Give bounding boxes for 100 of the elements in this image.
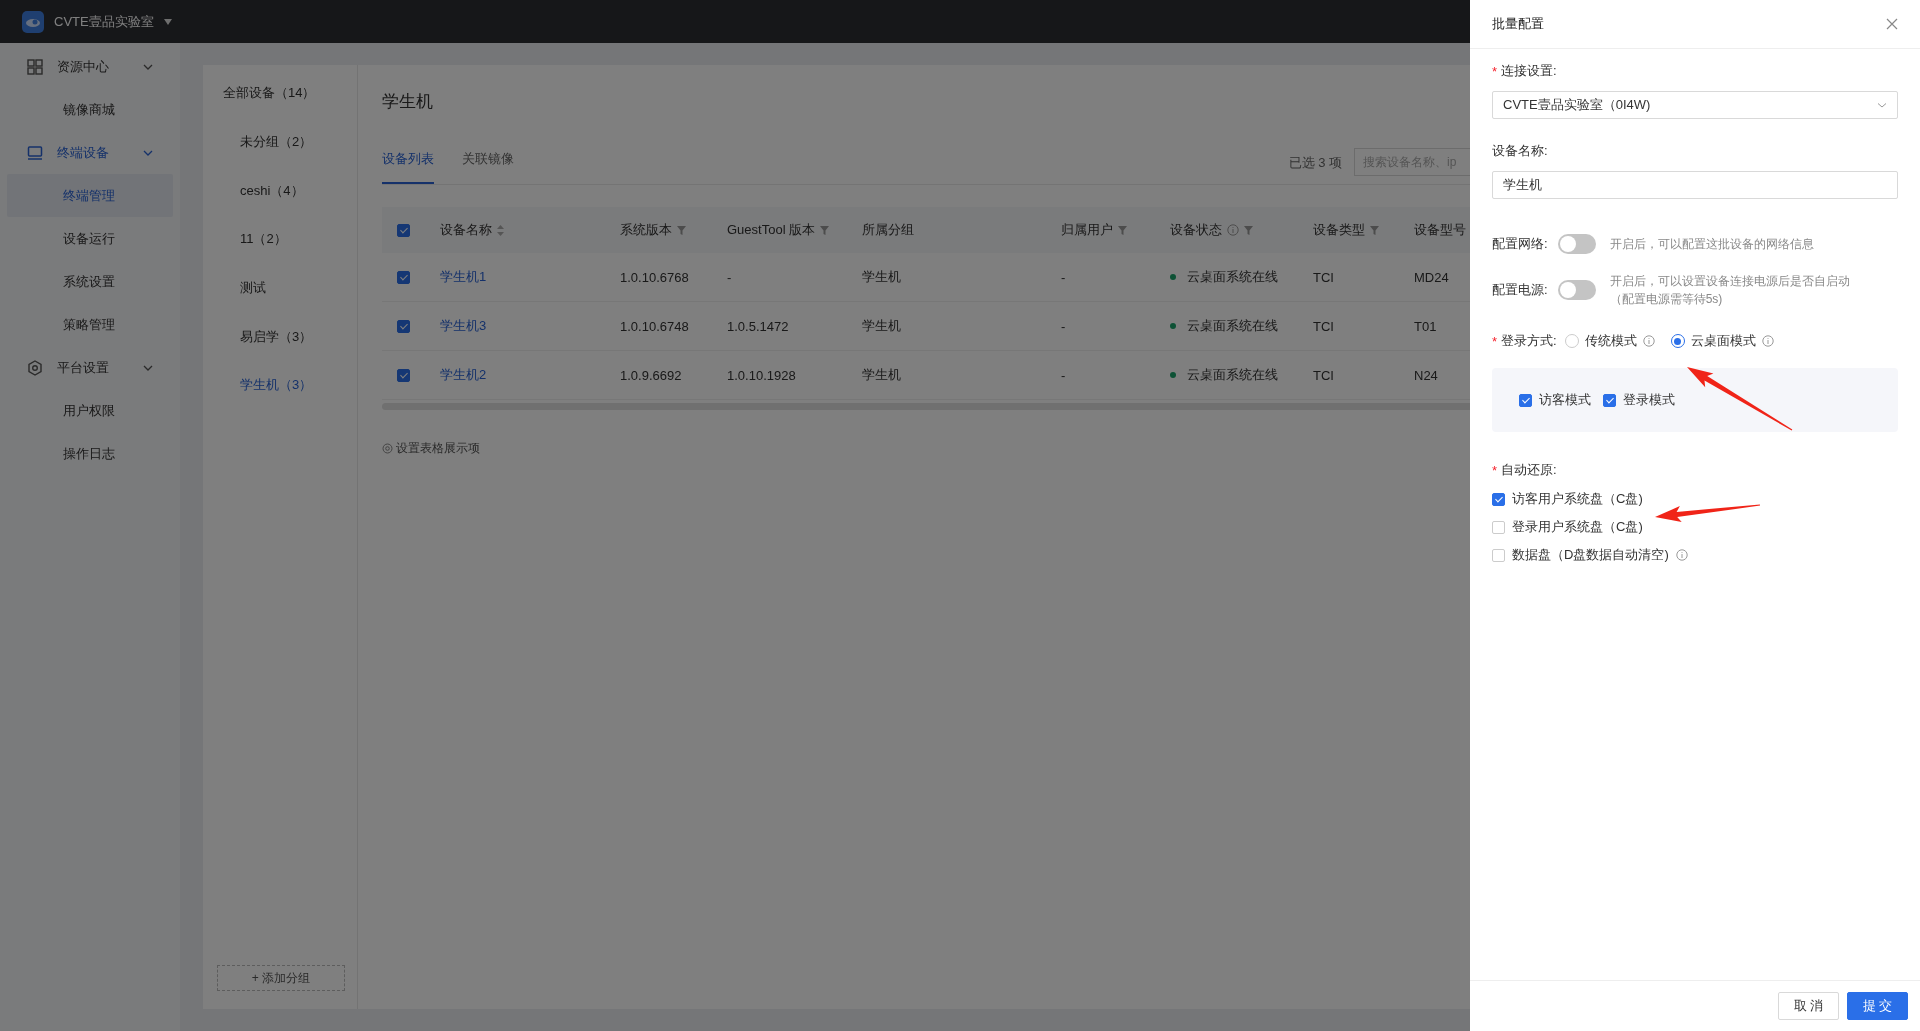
table-cell: 1.0.5.1472 (727, 318, 789, 334)
checkbox[interactable] (1492, 520, 1505, 534)
table-cell: 云桌面系统在线 (1187, 268, 1278, 286)
info-icon (1675, 549, 1688, 561)
workspace-title[interactable]: CVTE壹品实验室 (54, 12, 154, 31)
column-header[interactable]: 设备状态 (1170, 221, 1222, 239)
toggle-switch[interactable] (1557, 280, 1596, 300)
table-cell: 1.0.10.6748 (620, 318, 689, 334)
device-link[interactable]: 学生机3 (440, 317, 487, 335)
select-all-checkbox[interactable] (397, 223, 410, 237)
group-item[interactable]: 测试 (203, 263, 357, 313)
status-dot (1170, 372, 1176, 378)
checkbox[interactable] (1492, 548, 1505, 562)
sidebar-submenu-item[interactable]: 终端管理 (7, 174, 173, 217)
table-cell: 云桌面系统在线 (1187, 366, 1278, 384)
row-checkbox[interactable] (397, 270, 410, 284)
table-cell: 学生机 (862, 317, 901, 335)
table-cell: - (727, 269, 732, 285)
sidebar-menu-item[interactable]: 资源中心 (0, 45, 154, 88)
row-checkbox[interactable] (397, 368, 410, 382)
caret-icon (163, 18, 172, 25)
checkbox[interactable] (1519, 393, 1532, 407)
page-title: 学生机 (382, 91, 433, 113)
drawer-title: 批量配置 (1492, 15, 1544, 33)
toggle-switch[interactable] (1557, 234, 1596, 254)
table-cell: N24 (1414, 367, 1438, 383)
filter-icon (1244, 225, 1253, 235)
hexagon-gear-icon (27, 359, 43, 376)
monitor-icon (27, 144, 43, 161)
required-mark: * (1492, 333, 1498, 349)
column-header[interactable]: 归属用户 (1061, 221, 1113, 239)
horizontal-scrollbar[interactable] (382, 403, 1470, 410)
sidebar-submenu-item[interactable]: 用户权限 (7, 389, 173, 432)
close-icon (1886, 18, 1898, 30)
group-item[interactable]: 未分组（2） (203, 117, 357, 167)
selected-count: 已选 3 项 (1288, 154, 1342, 172)
radio-button[interactable] (1670, 334, 1685, 348)
settings-icon (382, 443, 393, 454)
checkbox-label[interactable]: 登录用户系统盘（C盘) (1512, 518, 1643, 536)
sidebar-submenu-item[interactable]: 镜像商城 (7, 88, 173, 131)
column-header[interactable]: GuestTool 版本 (727, 221, 816, 239)
sidebar-submenu-item[interactable]: 操作日志 (7, 432, 173, 475)
table-cell: 学生机 (862, 268, 901, 286)
sidebar-submenu-item[interactable]: 策略管理 (7, 303, 173, 346)
info-icon (1761, 335, 1774, 347)
group-item[interactable]: 全部设备（14） (203, 69, 357, 118)
radio-button[interactable] (1564, 334, 1579, 348)
table-cell: - (1061, 269, 1066, 285)
add-group-button[interactable]: + 添加分组 (217, 965, 345, 991)
chevron-icon (1877, 100, 1887, 110)
table-cell: 云桌面系统在线 (1187, 317, 1278, 335)
checkbox-label[interactable]: 访客用户系统盘（C盘) (1512, 490, 1643, 508)
group-item[interactable]: 易启学（3） (203, 312, 357, 362)
checkbox-label[interactable]: 访客模式 (1539, 391, 1591, 409)
sidebar-menu-item[interactable]: 平台设置 (0, 346, 154, 389)
field-label: 自动还原: (1501, 461, 1557, 479)
filter-icon (677, 225, 686, 235)
column-header[interactable]: 设备型号 (1414, 221, 1466, 239)
table-cell: TCI (1313, 269, 1334, 285)
hint-text: 开启后，可以设置设备连接电源后是否自启动（配置电源需等待5s) (1609, 273, 1851, 308)
status-dot (1170, 323, 1176, 329)
filter-icon (1370, 225, 1379, 235)
device-link[interactable]: 学生机2 (440, 366, 487, 384)
column-header[interactable]: 设备名称 (440, 221, 492, 239)
group-item[interactable]: 学生机（3） (203, 361, 357, 410)
sidebar-submenu-item[interactable]: 设备运行 (7, 217, 173, 260)
radio-label[interactable]: 云桌面模式 (1690, 332, 1756, 350)
table-cell: 1.0.9.6692 (620, 367, 682, 383)
info-icon (1642, 335, 1655, 347)
field-label: 登录方式: (1501, 332, 1557, 350)
device-link[interactable]: 学生机1 (440, 268, 487, 286)
column-header[interactable]: 所属分组 (862, 221, 914, 239)
tab[interactable]: 关联镜像 (462, 150, 514, 184)
table-settings-link[interactable]: 设置表格展示项 (396, 440, 480, 457)
table-cell: TCI (1313, 318, 1334, 334)
sidebar-submenu-item[interactable]: 系统设置 (7, 260, 173, 303)
group-item[interactable]: ceshi（4） (203, 166, 357, 216)
table-cell: MD24 (1414, 269, 1449, 285)
submit-button[interactable]: 提 交 (1847, 992, 1908, 1020)
column-header[interactable]: 设备类型 (1313, 221, 1365, 239)
checkbox[interactable] (1603, 393, 1616, 407)
sidebar-menu-item[interactable]: 终端设备 (0, 131, 154, 174)
required-mark: * (1492, 63, 1498, 79)
radio-label[interactable]: 传统模式 (1584, 332, 1637, 350)
field-label: 连接设置: (1501, 62, 1557, 80)
table-cell: - (1061, 367, 1066, 383)
row-checkbox[interactable] (397, 319, 410, 333)
hint-text: 开启后，可以配置这批设备的网络信息 (1609, 236, 1815, 253)
column-header[interactable]: 系统版本 (620, 221, 672, 239)
table-cell: 1.0.10.6768 (620, 269, 689, 285)
tab[interactable]: 设备列表 (382, 150, 434, 184)
cancel-button[interactable]: 取 消 (1778, 992, 1839, 1020)
grid-icon (27, 58, 43, 75)
table-cell: TCI (1313, 367, 1334, 383)
select-field[interactable]: CVTE壹品实验室（0I4W) (1492, 91, 1898, 119)
checkbox-label[interactable]: 数据盘（D盘数据自动清空) (1512, 546, 1669, 564)
checkbox-label[interactable]: 登录模式 (1623, 391, 1675, 409)
checkbox[interactable] (1492, 492, 1505, 506)
group-item[interactable]: 11（2） (203, 215, 357, 264)
text-field[interactable]: 学生机 (1492, 171, 1898, 199)
